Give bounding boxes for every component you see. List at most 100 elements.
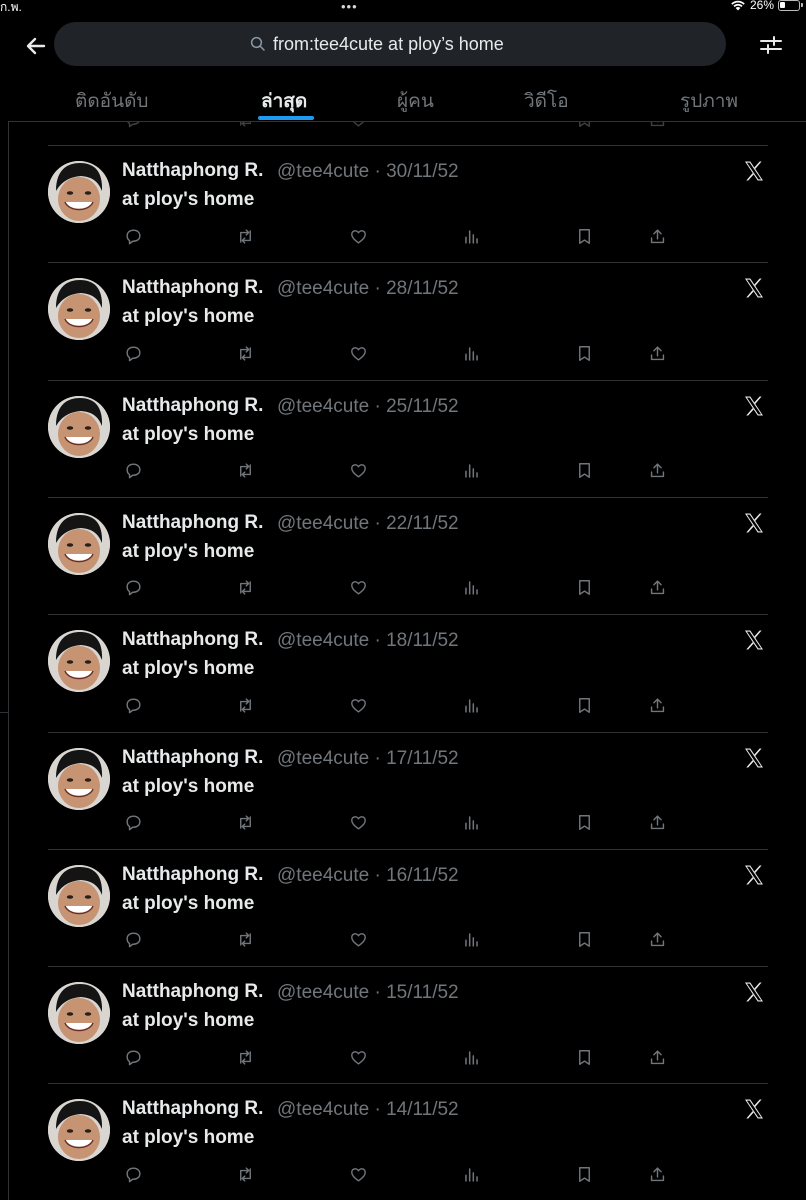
reply-button[interactable] bbox=[122, 342, 144, 364]
tweet[interactable]: Natthaphong R. @tee4cute · 16/11/52 at p… bbox=[48, 849, 768, 966]
like-button[interactable] bbox=[347, 929, 369, 951]
retweet-button[interactable] bbox=[234, 694, 256, 716]
tweet[interactable]: Natthaphong R. @tee4cute · 17/11/52 at p… bbox=[48, 732, 768, 849]
author-handle[interactable]: @tee4cute bbox=[277, 278, 369, 299]
search-filter-button[interactable] bbox=[756, 32, 786, 58]
retweet-icon[interactable] bbox=[234, 122, 256, 130]
tweet[interactable]: Natthaphong R. @tee4cute · 30/11/52 at p… bbox=[48, 145, 768, 262]
reply-button[interactable] bbox=[122, 812, 144, 834]
bookmark-button[interactable] bbox=[573, 342, 595, 364]
reply-icon[interactable] bbox=[122, 122, 144, 130]
views-button[interactable] bbox=[460, 460, 482, 482]
share-button[interactable] bbox=[646, 342, 668, 364]
author-name[interactable]: Natthaphong R. bbox=[122, 981, 263, 1003]
retweet-button[interactable] bbox=[234, 342, 256, 364]
share-button[interactable] bbox=[646, 1046, 668, 1068]
like-icon[interactable] bbox=[347, 122, 369, 130]
retweet-button[interactable] bbox=[234, 929, 256, 951]
author-name[interactable]: Natthaphong R. bbox=[122, 864, 263, 886]
reply-button[interactable] bbox=[122, 929, 144, 951]
views-button[interactable] bbox=[460, 929, 482, 951]
author-handle[interactable]: @tee4cute bbox=[277, 161, 369, 182]
tweet-date[interactable]: 16/11/52 bbox=[386, 865, 459, 886]
avatar[interactable] bbox=[48, 161, 110, 223]
tweet[interactable]: Natthaphong R. @tee4cute · 18/11/52 at p… bbox=[48, 614, 768, 731]
author-name[interactable]: Natthaphong R. bbox=[122, 160, 263, 182]
tweet-date[interactable]: 25/11/52 bbox=[386, 396, 459, 417]
multitasking-dots[interactable]: ••• bbox=[341, 0, 358, 14]
author-name[interactable]: Natthaphong R. bbox=[122, 277, 263, 299]
retweet-button[interactable] bbox=[234, 460, 256, 482]
author-name[interactable]: Natthaphong R. bbox=[122, 395, 263, 417]
avatar[interactable] bbox=[48, 864, 110, 927]
avatar[interactable] bbox=[48, 1099, 110, 1162]
avatar[interactable] bbox=[48, 982, 110, 1045]
avatar[interactable] bbox=[48, 512, 110, 575]
tweet-date[interactable]: 15/11/52 bbox=[386, 982, 459, 1003]
tweet[interactable]: Natthaphong R. @tee4cute · 14/11/52 at p… bbox=[48, 1083, 768, 1200]
tab-people[interactable]: ผู้คน bbox=[397, 86, 434, 116]
tweet[interactable]: Natthaphong R. @tee4cute · 22/11/52 at p… bbox=[48, 497, 768, 614]
share-button[interactable] bbox=[646, 929, 668, 951]
tweet-date[interactable]: 30/11/52 bbox=[386, 161, 459, 182]
tweet[interactable]: Natthaphong R. @tee4cute · 15/11/52 at p… bbox=[48, 966, 768, 1083]
bookmark-button[interactable] bbox=[573, 577, 595, 599]
reply-button[interactable] bbox=[122, 225, 144, 247]
author-handle[interactable]: @tee4cute bbox=[277, 396, 369, 417]
views-button[interactable] bbox=[460, 694, 482, 716]
avatar[interactable] bbox=[48, 395, 110, 458]
tweet[interactable]: Natthaphong R. @tee4cute · 25/11/52 at p… bbox=[48, 380, 768, 497]
bookmark-button[interactable] bbox=[573, 1163, 595, 1185]
search-field[interactable] bbox=[54, 22, 726, 66]
like-button[interactable] bbox=[347, 342, 369, 364]
avatar[interactable] bbox=[48, 747, 110, 810]
author-name[interactable]: Natthaphong R. bbox=[122, 512, 263, 534]
retweet-button[interactable] bbox=[234, 225, 256, 247]
like-button[interactable] bbox=[347, 1046, 369, 1068]
views-button[interactable] bbox=[460, 577, 482, 599]
tab-latest[interactable]: ล่าสุด bbox=[261, 86, 307, 116]
share-button[interactable] bbox=[646, 1163, 668, 1185]
bookmark-button[interactable] bbox=[573, 1046, 595, 1068]
reply-button[interactable] bbox=[122, 694, 144, 716]
bookmark-button[interactable] bbox=[573, 225, 595, 247]
author-name[interactable]: Natthaphong R. bbox=[122, 1098, 263, 1120]
reply-button[interactable] bbox=[122, 1046, 144, 1068]
tweet[interactable]: Natthaphong R. @tee4cute · 28/11/52 at p… bbox=[48, 262, 768, 379]
tab-top[interactable]: ติดอันดับ bbox=[75, 86, 148, 116]
tweet-date[interactable]: 14/11/52 bbox=[386, 1099, 459, 1120]
share-button[interactable] bbox=[646, 577, 668, 599]
share-button[interactable] bbox=[646, 225, 668, 247]
tweet-date[interactable]: 18/11/52 bbox=[386, 630, 459, 651]
reply-button[interactable] bbox=[122, 577, 144, 599]
bookmark-icon[interactable] bbox=[573, 122, 595, 130]
share-button[interactable] bbox=[646, 694, 668, 716]
like-button[interactable] bbox=[347, 460, 369, 482]
search-input[interactable] bbox=[273, 33, 531, 55]
avatar[interactable] bbox=[48, 630, 110, 693]
views-button[interactable] bbox=[460, 1163, 482, 1185]
like-button[interactable] bbox=[347, 694, 369, 716]
author-handle[interactable]: @tee4cute bbox=[277, 982, 369, 1003]
views-button[interactable] bbox=[460, 1046, 482, 1068]
author-handle[interactable]: @tee4cute bbox=[277, 748, 369, 769]
like-button[interactable] bbox=[347, 577, 369, 599]
views-button[interactable] bbox=[460, 342, 482, 364]
share-icon[interactable] bbox=[646, 122, 668, 130]
reply-button[interactable] bbox=[122, 1163, 144, 1185]
retweet-button[interactable] bbox=[234, 812, 256, 834]
author-handle[interactable]: @tee4cute bbox=[277, 1099, 369, 1120]
author-name[interactable]: Natthaphong R. bbox=[122, 747, 263, 769]
like-button[interactable] bbox=[347, 225, 369, 247]
tweet-date[interactable]: 22/11/52 bbox=[386, 513, 459, 534]
share-button[interactable] bbox=[646, 460, 668, 482]
tab-videos[interactable]: วิดีโอ bbox=[524, 86, 569, 116]
avatar[interactable] bbox=[48, 278, 110, 341]
tweet-date[interactable]: 28/11/52 bbox=[386, 278, 459, 299]
views-button[interactable] bbox=[460, 812, 482, 834]
bookmark-button[interactable] bbox=[573, 694, 595, 716]
retweet-button[interactable] bbox=[234, 1046, 256, 1068]
retweet-button[interactable] bbox=[234, 1163, 256, 1185]
like-button[interactable] bbox=[347, 812, 369, 834]
tweet-date[interactable]: 17/11/52 bbox=[386, 748, 459, 769]
